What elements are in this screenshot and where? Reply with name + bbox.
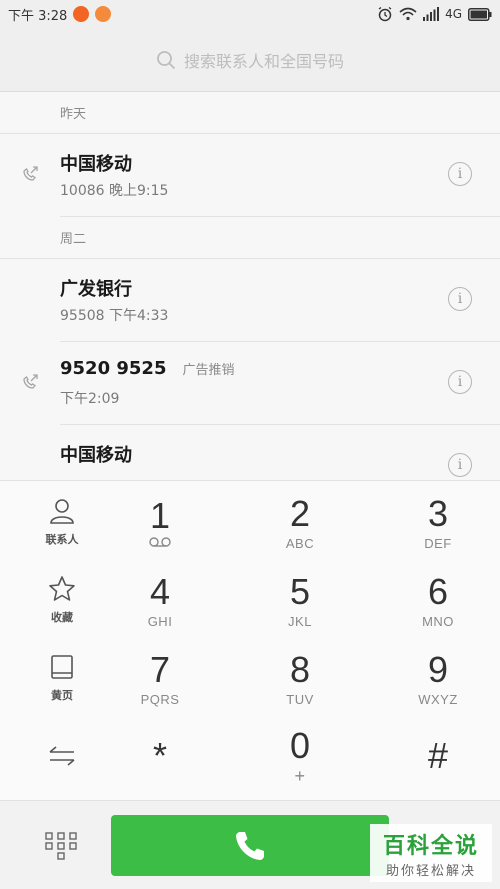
search-bar[interactable]: 搜索联系人和全国号码: [0, 28, 500, 92]
key-digit: 7: [149, 648, 171, 690]
key-letters: TUV: [286, 691, 314, 707]
key-letters: ABC: [285, 535, 315, 551]
network-type: 4G: [445, 7, 462, 21]
caller-name-text: 中国移动: [60, 445, 132, 466]
dialpad-toggle-icon[interactable]: [44, 831, 78, 861]
status-right: 4G: [377, 6, 492, 22]
key-letters: DEF: [424, 535, 452, 551]
key-9[interactable]: 9 WXYZ: [388, 639, 488, 717]
caller-tag: 广告推销: [182, 363, 235, 378]
call-detail: 95508 下午4:33: [60, 308, 169, 324]
key-digit: #: [427, 735, 449, 776]
caller-name: 广发银行: [60, 275, 132, 301]
call-log-row[interactable]: 中国移动 i: [60, 425, 500, 480]
key-4[interactable]: 4 GHI: [110, 561, 210, 639]
star-icon: [49, 576, 75, 601]
key-star[interactable]: *: [110, 717, 210, 795]
key-letters: PQRS: [140, 691, 180, 707]
contacts-button[interactable]: 联系人: [22, 483, 102, 561]
voicemail-icon: [149, 537, 171, 547]
book-icon: [51, 655, 73, 679]
call-info-button[interactable]: i: [448, 287, 472, 311]
message-notification-icon: [95, 6, 112, 22]
key-digit: 9: [427, 648, 449, 690]
key-5[interactable]: 5 JKL: [250, 561, 350, 639]
dialpad-row: * 0 + #: [0, 717, 500, 795]
call-info-button[interactable]: i: [448, 162, 472, 186]
call-button[interactable]: [111, 815, 389, 876]
battery-icon: [468, 7, 492, 21]
dialpad-row: 联系人 1 2 ABC 3 DEF: [0, 483, 500, 561]
contacts-label: 联系人: [45, 533, 79, 546]
dialpad: 联系人 1 2 ABC 3 DEF 收藏 4 GHI 5 JKL 6 MNO 黄…: [0, 480, 500, 800]
key-digit: 5: [289, 570, 311, 612]
key-6[interactable]: 6 MNO: [388, 561, 488, 639]
watermark-subtitle: 助你轻松解决: [385, 863, 476, 879]
key-1[interactable]: 1: [110, 483, 210, 561]
key-8[interactable]: 8 TUV: [250, 639, 350, 717]
call-info-button[interactable]: i: [448, 453, 472, 477]
call-log-row[interactable]: 广发银行 95508 下午4:33 i: [60, 259, 500, 342]
favorites-label: 收藏: [51, 611, 73, 624]
call-detail: 10086 晚上9:15: [60, 183, 169, 199]
key-letters: JKL: [288, 613, 312, 629]
caller-name-text: 广发银行: [60, 279, 132, 300]
call-log-row[interactable]: 9520 9525 广告推销 下午2:09 i: [23, 342, 500, 425]
status-bar: 下午 3:28 4G: [0, 0, 500, 28]
key-letters: +: [294, 765, 306, 786]
caller-name: 中国移动: [60, 150, 132, 176]
key-2[interactable]: 2 ABC: [250, 483, 350, 561]
contacts-icon: [50, 499, 74, 524]
dialpad-row: 收藏 4 GHI 5 JKL 6 MNO: [0, 561, 500, 639]
key-digit: 2: [289, 492, 311, 534]
call-detail: 下午2:09: [60, 391, 120, 407]
alarm-icon: [378, 6, 392, 22]
swap-arrows-icon: [49, 746, 75, 766]
status-time: 下午 3:28: [8, 8, 68, 24]
outgoing-call-icon: [23, 166, 38, 181]
outgoing-call-icon: [23, 374, 38, 389]
key-letters: MNO: [422, 613, 454, 629]
key-digit: 0: [289, 724, 311, 766]
app-notification-icon: [73, 6, 90, 22]
caller-name: 中国移动: [60, 441, 132, 467]
call-info-button[interactable]: i: [448, 370, 472, 394]
key-letters: WXYZ: [418, 691, 458, 707]
key-digit: 8: [289, 648, 311, 690]
dialpad-row: 黄页 7 PQRS 8 TUV 9 WXYZ: [0, 639, 500, 717]
status-left: 下午 3:28: [8, 5, 112, 24]
call-log-row[interactable]: 中国移动 10086 晚上9:15 i: [23, 134, 500, 217]
caller-name-text: 9520 9525: [60, 358, 167, 379]
key-7[interactable]: 7 PQRS: [110, 639, 210, 717]
key-digit: 3: [427, 492, 449, 534]
key-digit: 6: [427, 570, 449, 612]
search-placeholder: 搜索联系人和全国号码: [183, 51, 344, 71]
section-header-tuesday: 周二: [0, 217, 500, 259]
phone-icon: [236, 831, 264, 860]
key-digit: *: [152, 735, 167, 776]
wifi-icon: [399, 7, 417, 21]
swap-button[interactable]: [22, 717, 102, 795]
key-digit: 4: [149, 570, 171, 612]
key-digit: 1: [149, 495, 171, 536]
key-hash[interactable]: #: [388, 717, 488, 795]
caller-name-text: 中国移动: [60, 154, 132, 175]
caller-name: 9520 9525 广告推销: [60, 358, 234, 379]
signal-icon: [423, 7, 440, 21]
call-log-list[interactable]: 昨天 中国移动 10086 晚上9:15 i 周二 广发银行 95508 下午4…: [0, 92, 500, 480]
key-letters: GHI: [147, 613, 173, 629]
section-header-yesterday: 昨天: [0, 92, 500, 134]
watermark-title: 百科全说: [382, 833, 479, 859]
yellow-pages-button[interactable]: 黄页: [22, 639, 102, 717]
key-3[interactable]: 3 DEF: [388, 483, 488, 561]
favorites-button[interactable]: 收藏: [22, 561, 102, 639]
yellow-pages-label: 黄页: [51, 689, 73, 702]
watermark-logo: 百科全说 助你轻松解决: [370, 824, 492, 882]
key-0[interactable]: 0 +: [250, 717, 350, 795]
search-icon: [157, 50, 176, 69]
